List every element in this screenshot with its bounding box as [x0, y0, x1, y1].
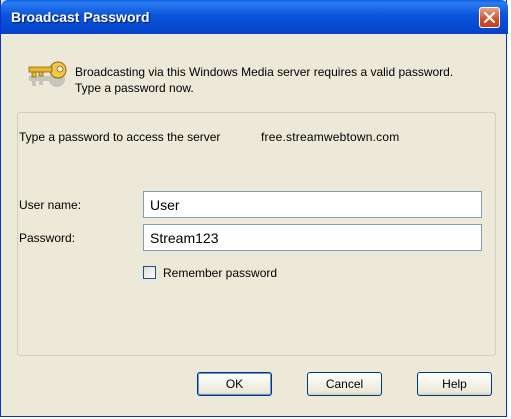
username-field[interactable] [143, 191, 482, 218]
password-label: Password: [19, 231, 76, 245]
server-name: free.streamwebtown.com [261, 130, 400, 144]
username-label: User name: [19, 198, 82, 212]
remember-password-checkbox[interactable] [143, 266, 156, 279]
header-message-line2: Type a password now. [75, 81, 194, 95]
title-bar[interactable]: Broadcast Password [1, 0, 508, 34]
help-button[interactable]: Help [417, 372, 492, 396]
password-field[interactable] [143, 224, 482, 251]
dialog-body: Broadcasting via this Windows Media serv… [5, 34, 504, 415]
key-icon [28, 61, 67, 87]
header-message: Broadcasting via this Windows Media serv… [75, 64, 495, 96]
close-icon [483, 11, 496, 24]
server-label: Type a password to access the server [19, 130, 221, 144]
close-button[interactable] [479, 7, 500, 28]
cancel-button[interactable]: Cancel [307, 372, 382, 396]
broadcast-password-dialog: Broadcast Password Broadcasting via this… [0, 0, 508, 417]
remember-password-label[interactable]: Remember password [163, 266, 277, 280]
ok-button[interactable]: OK [197, 372, 272, 396]
header-message-line1: Broadcasting via this Windows Media serv… [75, 65, 454, 79]
window-title: Broadcast Password [11, 9, 150, 25]
